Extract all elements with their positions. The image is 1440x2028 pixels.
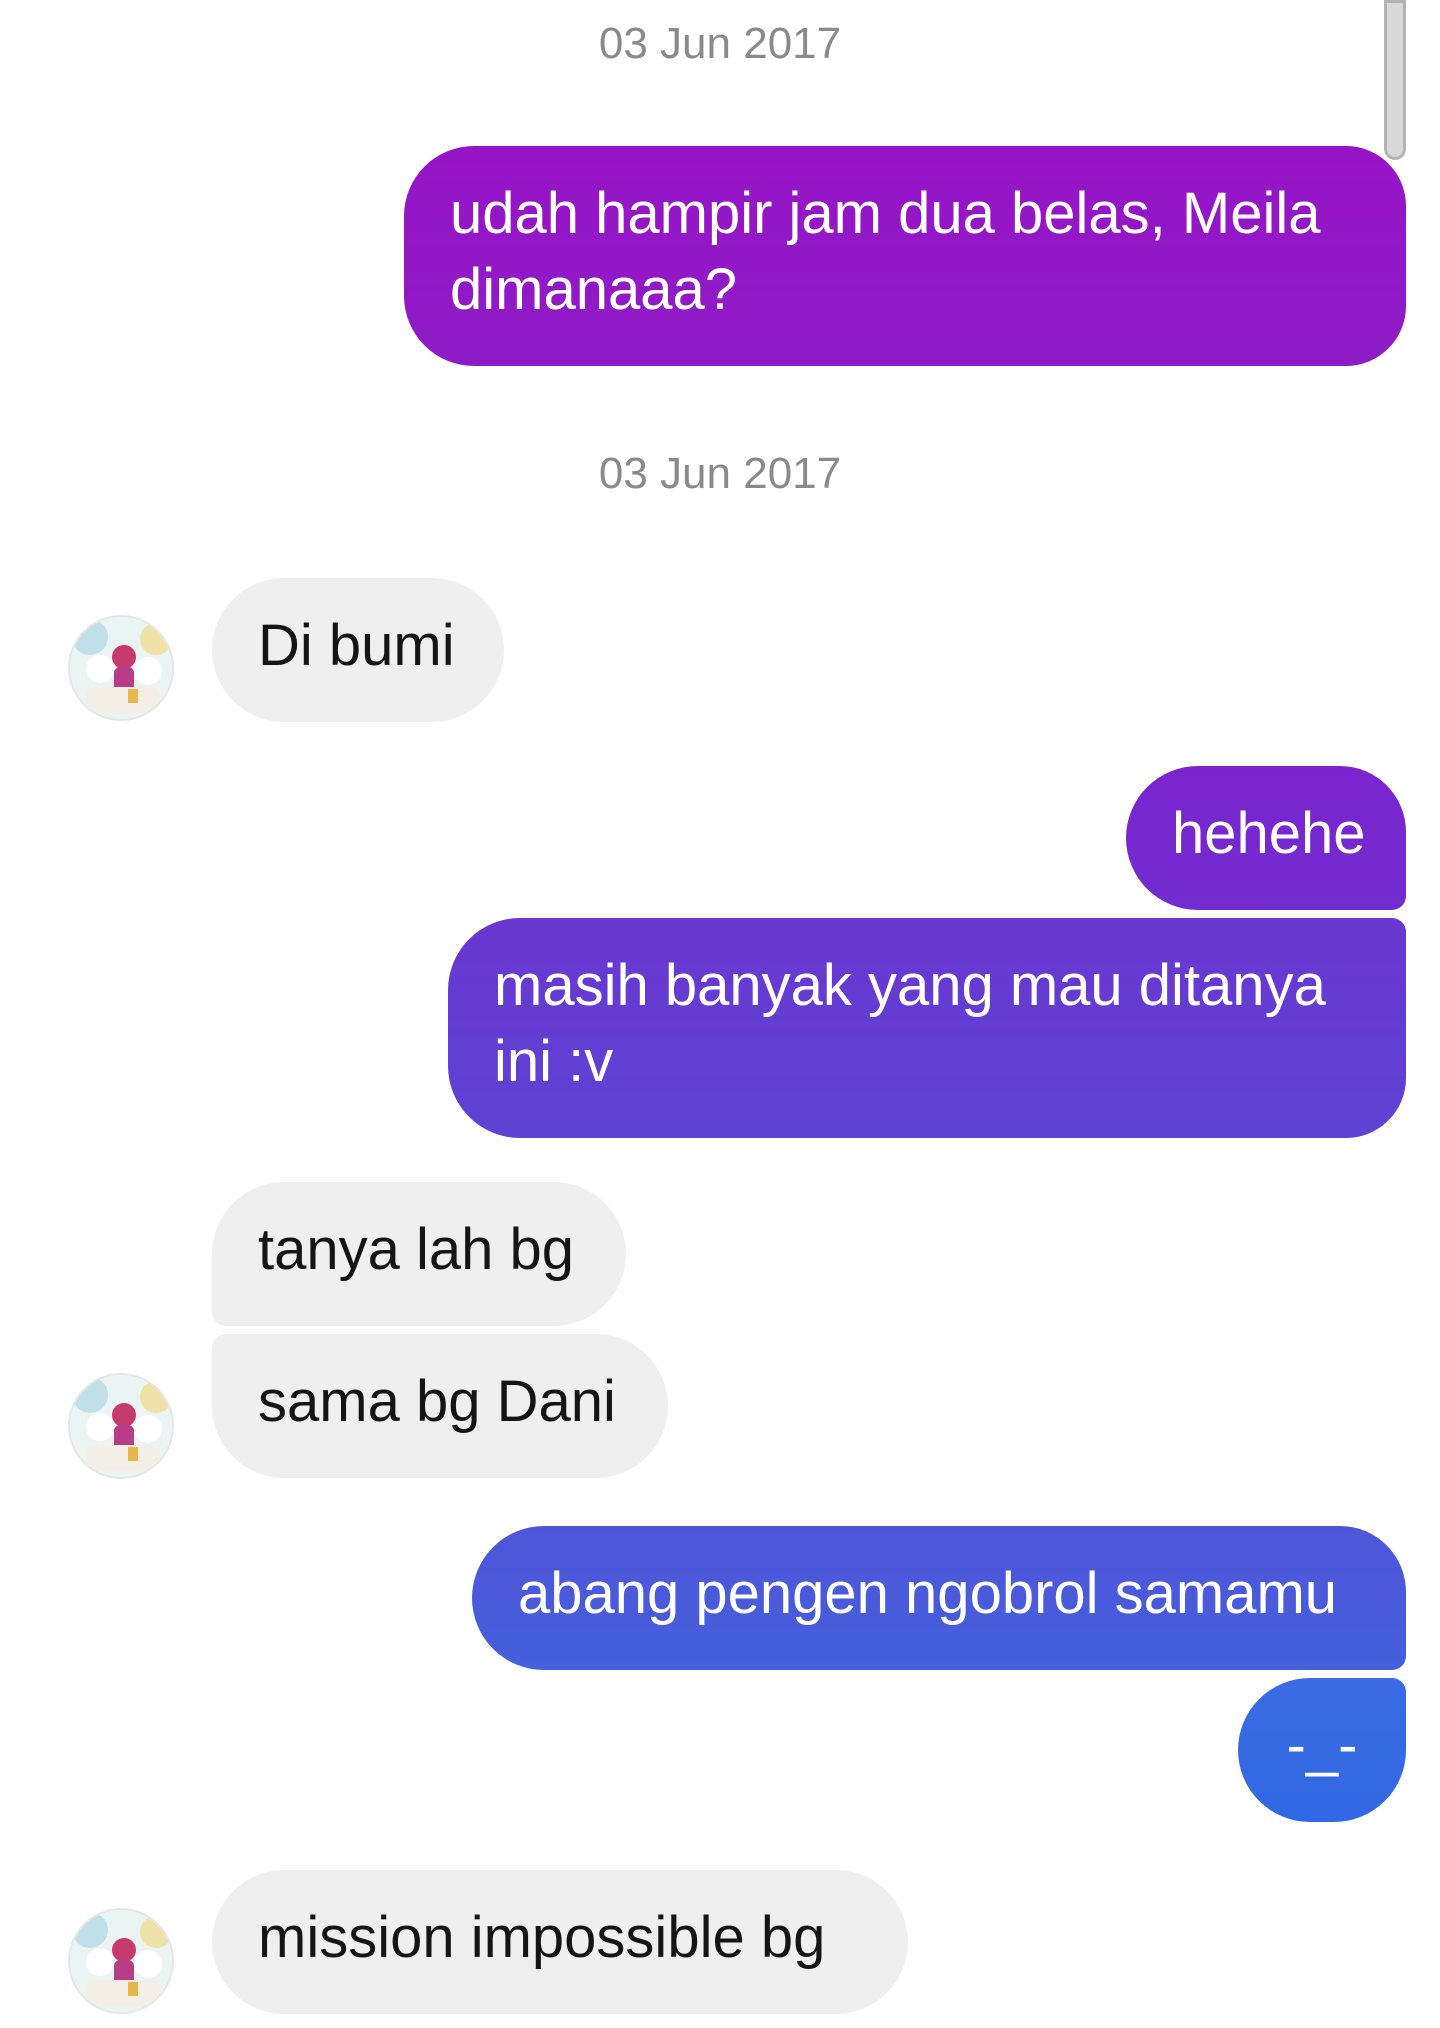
date-separator: 03 Jun 2017 — [598, 19, 842, 68]
message-bubble-incoming[interactable]: mission impossible bg — [212, 1870, 908, 2014]
contact-avatar[interactable] — [68, 1908, 174, 2014]
contact-avatar[interactable] — [68, 615, 174, 721]
message-bubble-outgoing[interactable]: udah hampir jam dua belas, Meila dimanaa… — [404, 146, 1406, 366]
message-bubble-incoming[interactable]: Di bumi — [212, 578, 504, 722]
avatar-photo-icon — [70, 617, 172, 719]
message-bubble-incoming[interactable]: sama bg Dani — [212, 1334, 668, 1478]
message-bubble-incoming[interactable]: tanya lah bg — [212, 1182, 626, 1326]
message-bubble-outgoing[interactable]: hehehe — [1126, 766, 1406, 910]
message-bubble-outgoing[interactable]: -_- — [1238, 1678, 1406, 1822]
avatar-photo-icon — [70, 1910, 172, 2012]
date-separator: 03 Jun 2017 — [598, 449, 842, 498]
avatar-photo-icon — [70, 1375, 172, 1477]
message-bubble-outgoing[interactable]: masih banyak yang mau ditanya ini :v — [448, 918, 1406, 1138]
contact-avatar[interactable] — [68, 1373, 174, 1479]
message-bubble-outgoing[interactable]: abang pengen ngobrol samamu — [472, 1526, 1406, 1670]
